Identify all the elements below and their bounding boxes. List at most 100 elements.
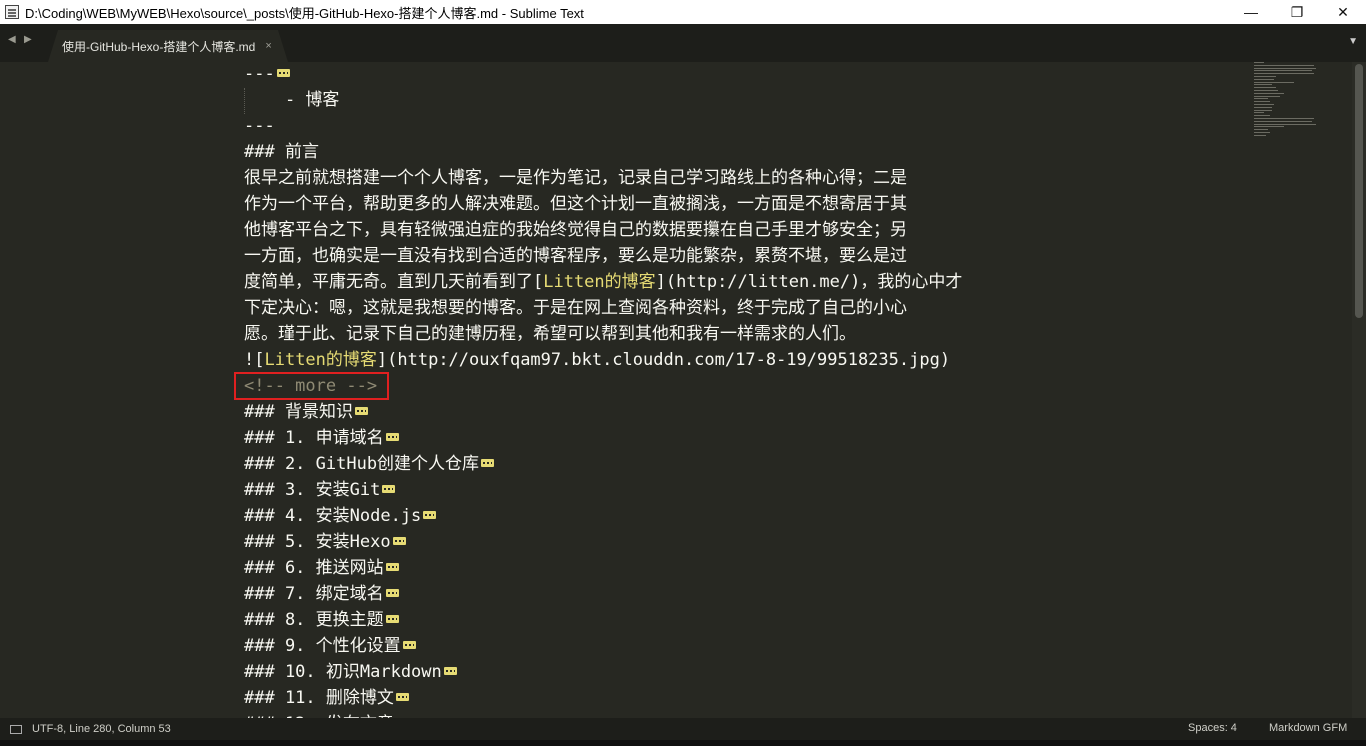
code-line[interactable]: 作为一个平台，帮助更多的人解决难题。但这个计划一直被搁浅，一方面是不想寄居于其 bbox=[244, 192, 1074, 218]
code-line[interactable]: ### 4. 安装Node.js bbox=[244, 504, 1074, 530]
code-line[interactable]: 一方面，也确实是一直没有找到合适的博客程序，要么是功能繁杂，累赘不堪，要么是过 bbox=[244, 244, 1074, 270]
fold-marker-icon[interactable] bbox=[481, 459, 495, 467]
minimap-line bbox=[1254, 90, 1278, 91]
line-text: ### 6. 推送网站 bbox=[244, 558, 384, 578]
minimap-line bbox=[1254, 95, 1280, 97]
line-text: ### 10. 初识Markdown bbox=[244, 662, 442, 682]
back-arrow-icon[interactable]: ◀ bbox=[8, 34, 16, 45]
minimize-button[interactable]: — bbox=[1228, 0, 1274, 24]
code-line[interactable]: 很早之前就想搭建一个个人博客，一是作为笔记，记录自己学习路线上的各种心得；二是 bbox=[244, 166, 1074, 192]
minimap-line bbox=[1254, 123, 1316, 125]
line-text: --- bbox=[244, 116, 275, 136]
code-line[interactable]: ### 10. 初识Markdown bbox=[244, 660, 1074, 686]
editor-area[interactable]: --- - 博客 --- ### 前言 很早之前就想搭建一个个人博客，一是作为笔记，记… bbox=[0, 62, 1352, 718]
line-text: 他博客平台之下，具有轻微强迫症的我始终觉得自己的数据要攥在自己手里才够安全；另 bbox=[244, 220, 907, 240]
minimap-line bbox=[1254, 120, 1312, 122]
line-text: ### 1. 申请域名 bbox=[244, 428, 384, 448]
minimap-line bbox=[1254, 92, 1284, 94]
line-text: ### 3. 安装Git bbox=[244, 480, 381, 500]
line-text: 一方面，也确实是一直没有找到合适的博客程序，要么是功能繁杂，累赘不堪，要么是过 bbox=[244, 246, 907, 266]
title-bar: D:\Coding\WEB\MyWEB\Hexo\source\_posts\使… bbox=[0, 0, 1366, 24]
code-line[interactable]: ### 3. 安装Git bbox=[244, 478, 1074, 504]
line-text: 作为一个平台，帮助更多的人解决难题。但这个计划一直被搁浅，一方面是不想寄居于其 bbox=[244, 194, 907, 214]
minimap-line bbox=[1254, 118, 1314, 119]
line-text: 很早之前就想搭建一个个人博客，一是作为笔记，记录自己学习路线上的各种心得；二是 bbox=[244, 168, 907, 188]
code-line[interactable]: ### 2. GitHub创建个人仓库 bbox=[244, 452, 1074, 478]
fold-marker-icon[interactable] bbox=[392, 537, 406, 545]
minimap-line bbox=[1254, 70, 1312, 72]
code-line[interactable]: 他博客平台之下，具有轻微强迫症的我始终觉得自己的数据要攥在自己手里才够安全；另 bbox=[244, 218, 1074, 244]
line-text: ](http://ouxfqam97.bkt.clouddn.com/17-8-… bbox=[376, 350, 951, 370]
forward-arrow-icon[interactable]: ▶ bbox=[24, 34, 32, 45]
tab-dropdown-icon[interactable]: ▼ bbox=[1348, 36, 1358, 47]
line-text: ### 前言 bbox=[244, 142, 319, 162]
minimap-line bbox=[1254, 104, 1274, 105]
window-title: D:\Coding\WEB\MyWEB\Hexo\source\_posts\使… bbox=[25, 5, 584, 21]
tab-active-file[interactable]: 使用-GitHub-Hexo-搭建个人博客.md × bbox=[48, 30, 288, 62]
minimap-line bbox=[1254, 132, 1270, 133]
status-syntax[interactable]: Markdown GFM bbox=[1269, 722, 1347, 734]
status-indentation[interactable]: Spaces: 4 bbox=[1188, 722, 1237, 734]
more-comment-highlight-box bbox=[234, 372, 389, 400]
link-text[interactable]: Litten的博客 bbox=[543, 272, 655, 292]
line-text: - 博客 bbox=[244, 90, 340, 110]
fold-marker-icon[interactable] bbox=[276, 69, 290, 77]
line-text: 下定决心：嗯，这就是我想要的博客。于是在网上查阅各种资料，终于完成了自己的小心 bbox=[244, 298, 907, 318]
minimap-line bbox=[1254, 81, 1294, 83]
fold-marker-icon[interactable] bbox=[382, 485, 396, 493]
line-text: ### 背景知识 bbox=[244, 402, 353, 422]
minimap[interactable] bbox=[1250, 62, 1330, 142]
maximize-button[interactable]: ❐ bbox=[1274, 0, 1320, 24]
code-line[interactable]: ### 11. 删除博文 bbox=[244, 686, 1074, 712]
minimap-line bbox=[1254, 67, 1316, 69]
line-text: ### 5. 安装Hexo bbox=[244, 532, 391, 552]
line-text: ### 7. 绑定域名 bbox=[244, 584, 384, 604]
line-text: ### 2. GitHub创建个人仓库 bbox=[244, 454, 480, 474]
code-line[interactable]: - 博客 bbox=[244, 88, 1074, 114]
fold-marker-icon[interactable] bbox=[354, 407, 368, 415]
fold-marker-icon[interactable] bbox=[385, 433, 399, 441]
code-line[interactable]: ### 5. 安装Hexo bbox=[244, 530, 1074, 556]
scroll-thumb[interactable] bbox=[1355, 64, 1363, 318]
minimap-line bbox=[1254, 109, 1272, 111]
fold-marker-icon[interactable] bbox=[395, 693, 409, 701]
close-button[interactable]: ✕ bbox=[1320, 0, 1366, 24]
code-line[interactable]: ### 9. 个性化设置 bbox=[244, 634, 1074, 660]
tab-label: 使用-GitHub-Hexo-搭建个人博客.md bbox=[62, 39, 256, 54]
code-line[interactable]: 下定决心：嗯，这就是我想要的博客。于是在网上查阅各种资料，终于完成了自己的小心 bbox=[244, 296, 1074, 322]
code-line[interactable]: --- bbox=[244, 114, 1074, 140]
code-line[interactable]: ### 1. 申请域名 bbox=[244, 426, 1074, 452]
line-text: ### 9. 个性化设置 bbox=[244, 636, 401, 656]
code-line[interactable]: 度简单，平庸无奇。直到几天前看到了[Litten的博客](http://litt… bbox=[244, 270, 1074, 296]
code-line[interactable]: ### 7. 绑定域名 bbox=[244, 582, 1074, 608]
sublime-text-icon bbox=[5, 5, 19, 19]
taskbar-strip bbox=[0, 740, 1366, 746]
panel-toggle-icon[interactable] bbox=[10, 724, 22, 734]
code-line[interactable]: ### 背景知识 bbox=[244, 400, 1074, 426]
fold-marker-icon[interactable] bbox=[385, 589, 399, 597]
line-text: ](http://litten.me/)，我的心中才 bbox=[655, 272, 963, 292]
code-line[interactable]: 愿。瑾于此、记录下自己的建博历程，希望可以帮到其他和我有一样需求的人们。 bbox=[244, 322, 1074, 348]
line-text: ### 8. 更换主题 bbox=[244, 610, 384, 630]
minimap-line bbox=[1254, 64, 1314, 66]
code-line[interactable]: --- bbox=[244, 62, 1074, 88]
line-text: ### 11. 删除博文 bbox=[244, 688, 394, 708]
minimap-line bbox=[1254, 84, 1272, 86]
vertical-scrollbar[interactable] bbox=[1352, 62, 1366, 718]
fold-marker-icon[interactable] bbox=[385, 615, 399, 623]
fold-marker-icon[interactable] bbox=[423, 511, 437, 519]
link-text[interactable]: Litten的博客 bbox=[264, 350, 376, 370]
code-line[interactable]: ### 前言 bbox=[244, 140, 1074, 166]
minimap-line bbox=[1254, 115, 1270, 117]
fold-marker-icon[interactable] bbox=[402, 641, 416, 649]
minimap-line bbox=[1254, 112, 1264, 114]
minimap-line bbox=[1254, 62, 1264, 63]
code-line[interactable]: ### 8. 更换主题 bbox=[244, 608, 1074, 634]
code-line[interactable]: ### 6. 推送网站 bbox=[244, 556, 1074, 582]
minimap-line bbox=[1254, 126, 1284, 128]
minimap-line bbox=[1254, 73, 1314, 75]
tab-close-icon[interactable]: × bbox=[265, 40, 271, 52]
fold-marker-icon[interactable] bbox=[443, 667, 457, 675]
fold-marker-icon[interactable] bbox=[385, 563, 399, 571]
code-line[interactable]: ![Litten的博客](http://ouxfqam97.bkt.cloudd… bbox=[244, 348, 1074, 374]
